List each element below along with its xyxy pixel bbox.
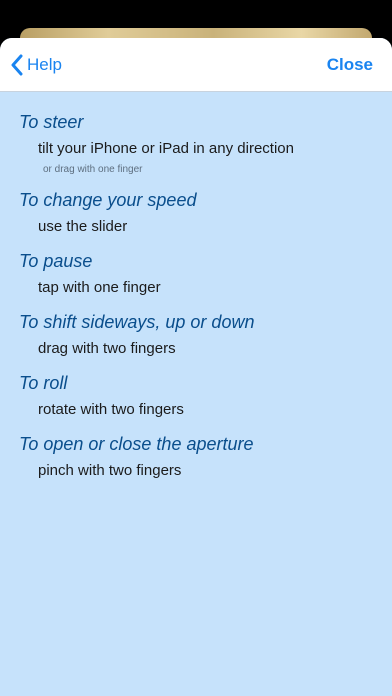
help-section-shift: To shift sideways, up or down drag with …: [19, 310, 392, 359]
back-button-label: Help: [27, 55, 62, 74]
section-description: drag with two fingers: [38, 340, 176, 357]
help-section-speed: To change your speed use the slider: [19, 188, 392, 237]
help-section-steer: To steer tilt your iPhone or iPad in any…: [19, 110, 392, 176]
section-note: or drag with one finger: [43, 164, 143, 175]
help-section-roll: To roll rotate with two fingers: [19, 371, 392, 420]
help-section-pause: To pause tap with one finger: [19, 249, 392, 298]
section-description: use the slider: [38, 218, 128, 235]
back-button[interactable]: Help: [10, 53, 62, 77]
section-heading: To open or close the aperture: [19, 434, 254, 454]
section-description: pinch with two fingers: [38, 462, 182, 479]
section-heading: To shift sideways, up or down: [19, 312, 255, 332]
section-heading: To pause: [19, 251, 93, 271]
section-description: tilt your iPhone or iPad in any directio…: [38, 140, 294, 157]
close-button[interactable]: Close: [327, 53, 373, 77]
section-description: tap with one finger: [38, 279, 161, 296]
section-heading: To change your speed: [19, 190, 197, 210]
help-sheet: Help Close To steer tilt your iPhone or …: [0, 38, 392, 696]
help-content: To steer tilt your iPhone or iPad in any…: [0, 92, 392, 481]
section-heading: To roll: [19, 373, 68, 393]
help-section-aperture: To open or close the aperture pinch with…: [19, 432, 392, 481]
section-heading: To steer: [19, 112, 84, 132]
section-description: rotate with two fingers: [38, 401, 184, 418]
navigation-bar: Help Close: [0, 38, 392, 92]
chevron-left-icon: [11, 54, 23, 76]
